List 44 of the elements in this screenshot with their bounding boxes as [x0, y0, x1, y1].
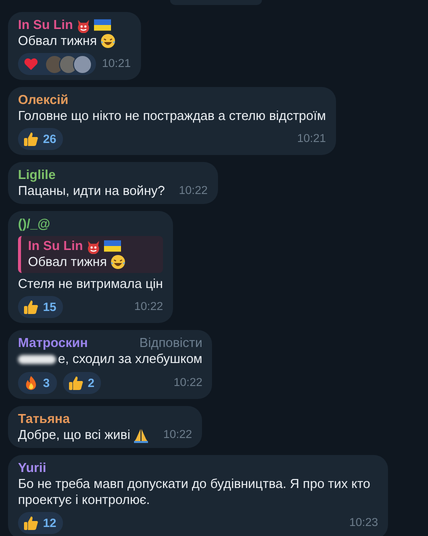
- message-text: е, сходил за хлебушком: [58, 351, 202, 367]
- message-time: 10:21: [102, 57, 131, 72]
- thumbs-up-icon: [68, 376, 83, 390]
- message-time: 10:22: [163, 428, 192, 442]
- author-name[interactable]: In Su Lin: [28, 238, 83, 254]
- message-time: 10:22: [174, 376, 202, 390]
- reaction-chip[interactable]: [18, 53, 96, 75]
- laughing-face-icon: [110, 255, 125, 269]
- author-name[interactable]: Олексій: [18, 92, 68, 108]
- reaction-chip[interactable]: 15: [18, 296, 64, 318]
- avatar: [73, 54, 92, 74]
- devil-face-icon: [88, 240, 100, 254]
- quoted-message[interactable]: In Su Lin Обвал тижня: [18, 236, 163, 273]
- reaction-chip[interactable]: 3: [18, 372, 57, 394]
- reaction-chip[interactable]: 2: [62, 372, 102, 394]
- thumbs-up-icon: [24, 300, 38, 314]
- message-time: 10:22: [178, 184, 208, 199]
- author-name[interactable]: ()/_@: [18, 216, 50, 232]
- fire-icon: [26, 376, 36, 390]
- flag-icon: [104, 240, 121, 252]
- author-name[interactable]: In Su Lin: [18, 17, 73, 33]
- reaction-chip[interactable]: 26: [18, 128, 64, 150]
- quoted-text: Обвал тижня: [28, 254, 107, 270]
- laughing-face-icon: [100, 34, 115, 48]
- author-name[interactable]: Liglile: [18, 167, 56, 183]
- reply-link[interactable]: Відповісти: [109, 335, 202, 351]
- author-name[interactable]: Yurii: [18, 460, 46, 476]
- author-name[interactable]: Татьяна: [18, 410, 70, 426]
- message-text: Стеля не витримала цін: [18, 276, 163, 292]
- message-text: Добре, що всі живі: [18, 426, 130, 442]
- author-name[interactable]: Матроскин: [18, 335, 88, 351]
- message-time: 10:21: [297, 132, 326, 147]
- message-text: Пацаны, идти на войну?: [18, 183, 165, 199]
- reaction-chip[interactable]: 12: [18, 512, 64, 534]
- devil-face-icon: [78, 19, 90, 32]
- heart-icon: [24, 58, 38, 70]
- message-text: Головне що нікто не постраждав а стелю відстроїм: [18, 108, 326, 124]
- message-time: 10:22: [134, 300, 163, 315]
- thumbs-up-icon: [24, 516, 38, 530]
- message-time: 10:23: [349, 516, 378, 530]
- message-text: Обвал тижня: [18, 33, 97, 49]
- message-text: Бо не треба мавп допускати до будівництва. Я про тих кто проектує і контролює.: [18, 476, 372, 508]
- thumbs-up-icon: [24, 132, 38, 146]
- flag-icon: [94, 19, 111, 31]
